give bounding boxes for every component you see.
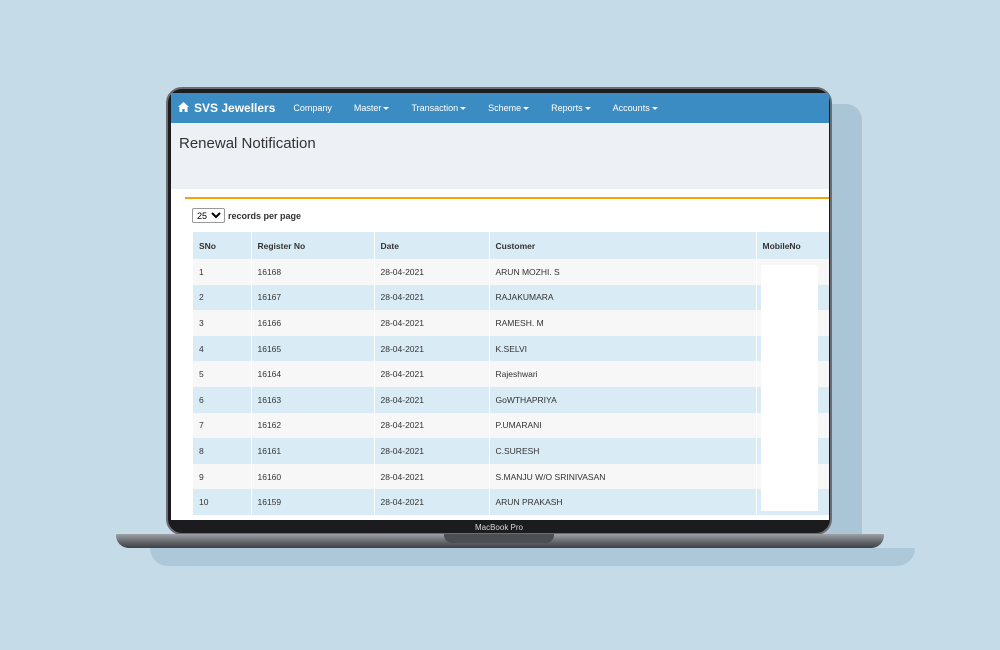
table-cell: 4 [193, 335, 252, 362]
table-cell: RAJAKUMARA [489, 284, 757, 311]
table-cell: 28-04-2021 [374, 335, 490, 362]
table-cell: GoWTHAPRIYA [489, 386, 757, 413]
table-cell: 28-04-2021 [374, 284, 490, 311]
table-cell: 28-04-2021 [374, 259, 490, 285]
table-cell: 5 [193, 361, 252, 387]
table-cell: 16166 [251, 310, 375, 336]
table-cell: 16162 [251, 412, 375, 439]
top-navbar: SVS Jewellers Company Master Transaction Sc… [171, 93, 829, 123]
column-header[interactable]: Register No [251, 232, 375, 259]
menu-transaction[interactable]: Transaction [411, 103, 467, 113]
table-cell: K.SELVI [489, 335, 757, 362]
menu-label: Reports [551, 103, 583, 113]
content-panel: 25 records per page SNo Register No Date Cu… [179, 189, 829, 520]
menu-scheme[interactable]: Scheme [488, 103, 530, 113]
page-size-select[interactable]: 25 [192, 208, 225, 223]
table-cell: Rajeshwari [489, 361, 757, 387]
main-menu: Company Master Transaction Scheme Reports Acc… [293, 103, 679, 113]
home-icon [178, 101, 194, 115]
page-title: Renewal Notification [179, 135, 316, 152]
table-row[interactable]: 4 16165 28-04-2021 K.SELVI [193, 335, 829, 362]
table-cell: P.UMARANI [489, 412, 757, 439]
caret-down-icon [584, 106, 591, 110]
table-row[interactable]: 2 16167 28-04-2021 RAJAKUMARA [193, 284, 829, 311]
table-cell: 16165 [251, 335, 375, 362]
table-cell: 16160 [251, 463, 375, 490]
table-row[interactable]: 8 16161 28-04-2021 C.SURESH [193, 438, 829, 464]
menu-master[interactable]: Master [354, 103, 390, 113]
table-cell: 16163 [251, 386, 375, 413]
table-row[interactable]: 6 16163 28-04-2021 GoWTHAPRIYA [193, 386, 829, 413]
table-cell: 16164 [251, 361, 375, 387]
table-cell: 28-04-2021 [374, 412, 490, 439]
renewal-table: SNo Register No Date Customer MobileNo 1 1616… [193, 232, 829, 515]
brand-name: SVS Jewellers [194, 101, 276, 115]
column-header[interactable]: SNo [193, 232, 252, 259]
table-cell: S.MANJU W/O SRINIVASAN [489, 463, 757, 490]
table-cell: 28-04-2021 [374, 361, 490, 387]
menu-label: Transaction [411, 103, 459, 113]
laptop-screen: SVS Jewellers Company Master Transaction Sc… [171, 93, 829, 520]
caret-down-icon [460, 106, 467, 110]
table-cell: 8 [193, 438, 252, 464]
menu-label: Master [353, 103, 382, 113]
table-cell: 28-04-2021 [374, 463, 490, 490]
caret-down-icon [383, 106, 390, 110]
caret-down-icon [651, 106, 658, 110]
table-row[interactable]: 3 16166 28-04-2021 RAMESH. M [193, 310, 829, 336]
page-header: Renewal Notification [171, 123, 829, 189]
table-cell: 28-04-2021 [374, 438, 490, 464]
table-cell: RAMESH. M [489, 310, 757, 336]
table-cell: 1 [193, 259, 252, 285]
records-per-page-label: records per page [228, 210, 302, 221]
table-cell: ARUN PRAKASH [489, 489, 757, 515]
brand[interactable]: SVS Jewellers [178, 101, 275, 115]
table-row[interactable]: 1 16168 28-04-2021 ARUN MOZHI. S [193, 259, 829, 285]
table-cell: C.SURESH [489, 438, 757, 464]
column-header[interactable]: Date [374, 232, 490, 259]
floor-shadow [150, 548, 915, 566]
table-cell: ARUN MOZHI. S [489, 259, 757, 285]
page-size-control: 25 records per page [179, 199, 829, 232]
device-label: MacBook Pro [474, 523, 524, 532]
table-cell: 7 [193, 412, 252, 439]
menu-label: Company [293, 103, 332, 113]
caret-down-icon [523, 106, 530, 110]
table-cell: 28-04-2021 [374, 310, 490, 336]
menu-label: Accounts [612, 103, 650, 113]
table-row[interactable]: 7 16162 28-04-2021 P.UMARANI [193, 412, 829, 439]
menu-accounts[interactable]: Accounts [613, 103, 658, 113]
table-cell: 16167 [251, 284, 375, 311]
table-cell: 10 [193, 489, 252, 515]
menu-reports[interactable]: Reports [551, 103, 591, 113]
table-row[interactable]: 5 16164 28-04-2021 Rajeshwari [193, 361, 829, 387]
laptop-notch [444, 534, 554, 543]
redaction-mask [761, 265, 818, 511]
table-cell: 16168 [251, 259, 375, 285]
table-cell: 28-04-2021 [374, 386, 490, 413]
column-header[interactable]: MobileNo [756, 232, 829, 259]
table-row[interactable]: 9 16160 28-04-2021 S.MANJU W/O SRINIVASAN [193, 463, 829, 490]
table-cell: 6 [193, 386, 252, 413]
table-header-row: SNo Register No Date Customer MobileNo [193, 232, 829, 259]
menu-label: Scheme [488, 103, 522, 113]
menu-company[interactable]: Company [293, 103, 332, 113]
table-cell: 16161 [251, 438, 375, 464]
table-cell: 16159 [251, 489, 375, 515]
table-cell: 9 [193, 463, 252, 490]
table-cell: 2 [193, 284, 252, 311]
table-cell: 28-04-2021 [374, 489, 490, 515]
table-row[interactable]: 10 16159 28-04-2021 ARUN PRAKASH [193, 489, 829, 515]
table-cell: 3 [193, 310, 252, 336]
column-header[interactable]: Customer [489, 232, 757, 259]
